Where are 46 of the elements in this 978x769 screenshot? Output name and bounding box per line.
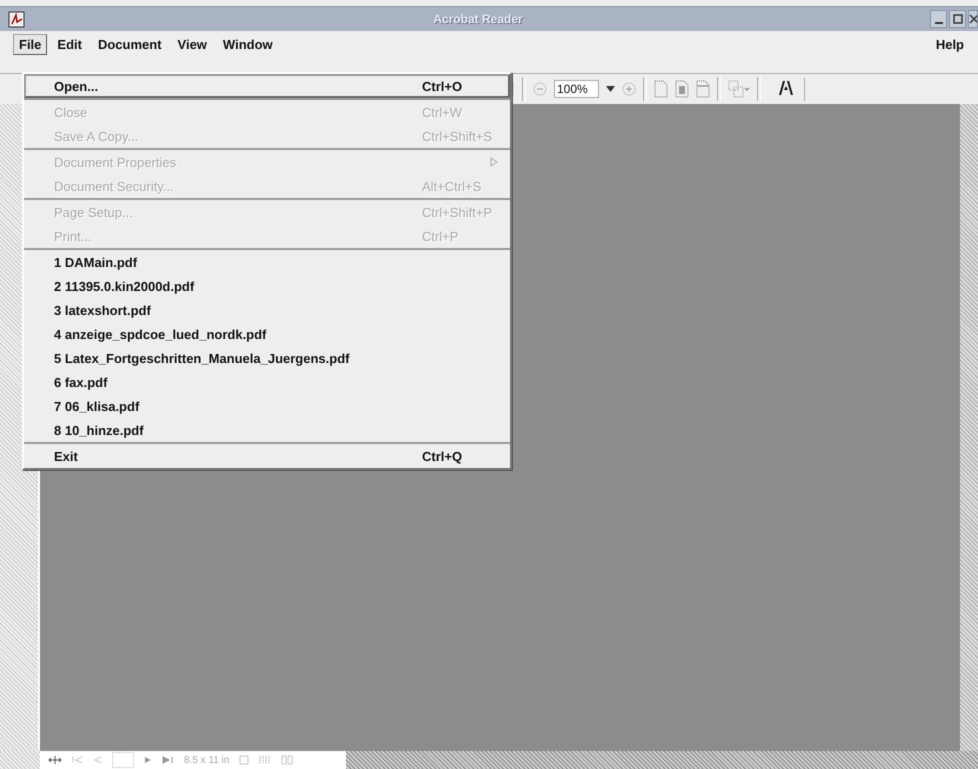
- menu-item[interactable]: Help: [930, 34, 970, 54]
- menu-item[interactable]: 2 11395.0.kin2000d.pdf: [24, 274, 510, 298]
- maximize-icon: [952, 14, 962, 24]
- menu-item[interactable]: 5 Latex_Fortgeschritten_Manuela_Juergens.pdf: [24, 346, 510, 370]
- next-page-icon[interactable]: [144, 756, 152, 764]
- last-page-icon[interactable]: [162, 756, 174, 764]
- menu-item[interactable]: 8 10_hinze.pdf: [24, 418, 510, 442]
- previous-page-icon[interactable]: [94, 756, 102, 764]
- menu-item[interactable]: 6 fax.pdf: [24, 370, 510, 394]
- zoom-out-icon[interactable]: [533, 82, 547, 96]
- page-size-label: 8.5 x 11 in: [184, 754, 230, 766]
- single-page-icon[interactable]: [239, 755, 250, 765]
- zoom-in-icon[interactable]: [622, 82, 636, 96]
- window-title: Acrobat Reader: [432, 12, 524, 26]
- menu-item[interactable]: Edit: [51, 34, 88, 54]
- page-icon[interactable]: [696, 80, 710, 98]
- continuous-page-icon[interactable]: [259, 755, 272, 765]
- menu-item[interactable]: 3 latexshort.pdf: [24, 298, 510, 322]
- select-icon[interactable]: [728, 80, 750, 98]
- navigation-toggle-icon[interactable]: [48, 755, 62, 765]
- page-field[interactable]: [112, 752, 134, 768]
- navigation-pane: [0, 751, 40, 769]
- dropdown-icon[interactable]: [606, 86, 615, 92]
- menu-item[interactable]: Document: [92, 34, 168, 54]
- menu-item[interactable]: View: [172, 34, 213, 54]
- facing-pages-icon[interactable]: [281, 755, 294, 765]
- menu-item[interactable]: File: [13, 34, 48, 54]
- scroll-bar[interactable]: [960, 104, 978, 751]
- menu-item[interactable]: Window: [216, 34, 279, 54]
- menu-item[interactable]: Open... Ctrl+O: [24, 74, 510, 98]
- close-icon: [969, 14, 977, 24]
- menu-item[interactable]: 4 anzeige_spdcoe_lued_nordk.pdf: [24, 322, 510, 346]
- logo-icon[interactable]: [778, 80, 794, 96]
- page-icon[interactable]: [654, 80, 668, 98]
- scroll-bar[interactable]: [346, 751, 978, 769]
- page-icon[interactable]: [674, 80, 689, 98]
- first-page-icon[interactable]: [72, 756, 84, 764]
- zoom-field[interactable]: 100%: [554, 80, 599, 98]
- close-button[interactable]: [968, 10, 978, 28]
- app-icon: [8, 10, 26, 28]
- menu-item[interactable]: 7 06_klisa.pdf: [24, 394, 510, 418]
- maximize-button[interactable]: [949, 10, 966, 28]
- menu-item[interactable]: Exit Ctrl+Q: [24, 444, 510, 468]
- menu-item[interactable]: 1 DAMain.pdf: [24, 250, 510, 274]
- minimize-icon: [934, 22, 942, 24]
- minimize-button[interactable]: [930, 10, 947, 28]
